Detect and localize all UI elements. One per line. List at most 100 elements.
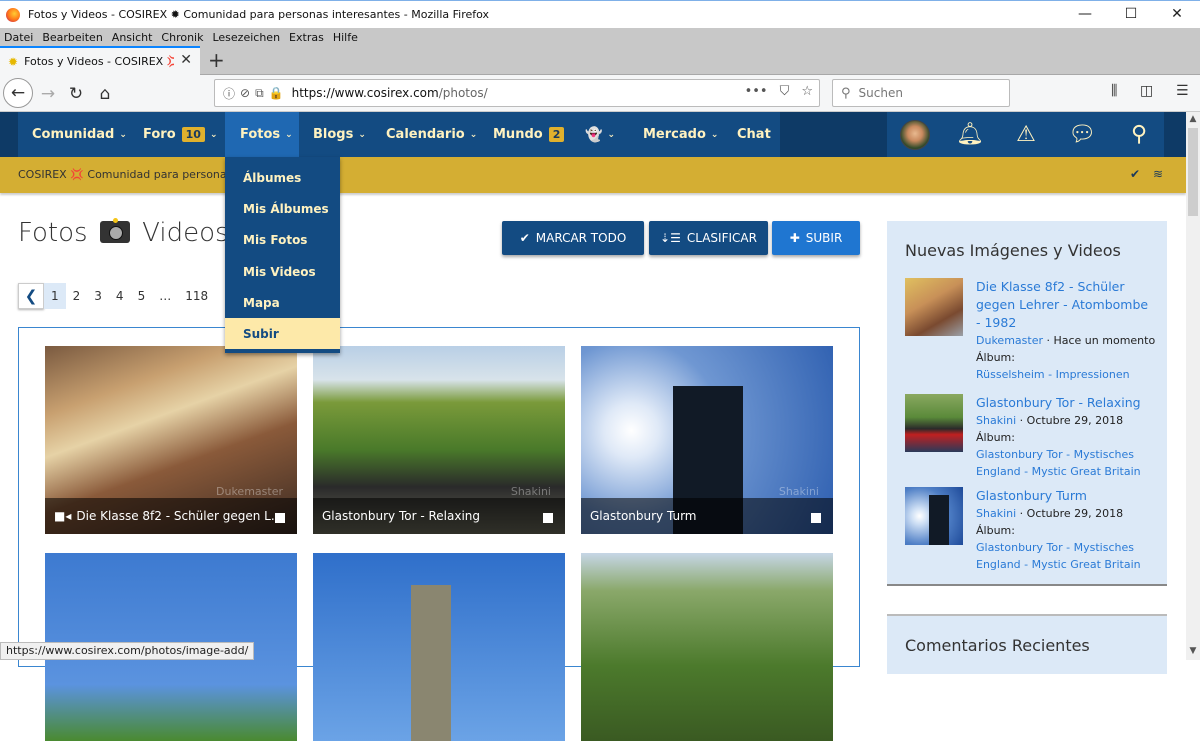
library-icon[interactable]: ⫼ — [1111, 83, 1117, 99]
menu-datei[interactable]: Datei — [4, 31, 33, 44]
nav-foro[interactable]: Foro 10 ⌄ — [143, 112, 218, 157]
nav-ghost[interactable]: 👻 ⌄ — [585, 112, 615, 157]
home-icon: ⌂ — [99, 84, 111, 104]
previous-page-button[interactable]: ❮ — [18, 283, 44, 309]
item-title-link[interactable]: Glastonbury Tor - Relaxing — [976, 394, 1156, 412]
sidebar-toggle-icon[interactable]: ◫ — [1140, 83, 1153, 99]
page-link[interactable]: 4 — [109, 283, 131, 309]
nav-comunidad[interactable]: Comunidad ⌄ — [32, 112, 127, 157]
upload-label: SUBIR — [805, 231, 843, 245]
url-bar[interactable]: ⓘ ⊘ ⧉ 🔒 https://www.cosirex.com/photos/ … — [214, 79, 820, 107]
upload-button[interactable]: ✚ SUBIR — [772, 221, 860, 255]
scroll-down-icon[interactable]: ▼ — [1186, 646, 1200, 656]
sort-button[interactable]: ⇣☰ CLASIFICAR — [649, 221, 768, 255]
menu-item-albumes[interactable]: Álbumes — [225, 162, 340, 193]
info-icon[interactable]: ⓘ — [223, 85, 235, 102]
select-checkbox[interactable] — [543, 513, 553, 523]
photo-tile[interactable] — [313, 553, 565, 741]
minimize-button[interactable]: — — [1062, 1, 1108, 29]
scrollbar-thumb[interactable] — [1188, 128, 1198, 216]
album-link[interactable]: Rüsselsheim - Impressionen — [976, 366, 1156, 383]
sort-label: CLASIFICAR — [686, 231, 757, 245]
search-placeholder: Suchen — [858, 86, 903, 100]
nav-mercado[interactable]: Mercado ⌄ — [643, 112, 718, 157]
rss-icon[interactable]: ≋ — [1153, 167, 1163, 181]
author-link[interactable]: Dukemaster — [976, 334, 1043, 347]
nav-fotos[interactable]: Fotos ⌄ — [225, 112, 299, 157]
thumbnail[interactable] — [905, 278, 963, 336]
page-link[interactable]: 118 — [178, 283, 215, 309]
menu-item-mis-albumes[interactable]: Mis Álbumes — [225, 193, 340, 224]
nav-calendario[interactable]: Calendario ⌄ — [386, 112, 477, 157]
chevron-down-icon: ⌄ — [607, 129, 615, 140]
new-tab-button[interactable]: + — [208, 48, 225, 72]
window-titlebar: Fotos y Videos - COSIREX ✹ Comunidad par… — [0, 0, 1200, 28]
photo-tile[interactable]: Shakini Glastonbury Tor - Relaxing — [313, 346, 565, 534]
nav-mundo[interactable]: Mundo 2 — [493, 112, 565, 157]
menu-extras[interactable]: Extras — [289, 31, 324, 44]
forward-button[interactable]: → — [38, 80, 58, 108]
photo-tile[interactable] — [581, 553, 833, 741]
page-actions-icon[interactable]: ••• — [745, 84, 768, 99]
tracking-blocked-icon[interactable]: ⊘ — [240, 86, 250, 100]
bookmark-star-icon[interactable]: ☆ — [801, 84, 813, 99]
menu-ansicht[interactable]: Ansicht — [112, 31, 153, 44]
menu-lesezeichen[interactable]: Lesezeichen — [212, 31, 280, 44]
page-link[interactable]: 2 — [66, 283, 88, 309]
ghost-icon: 👻 — [585, 126, 603, 143]
home-button[interactable]: ⌂ — [95, 80, 115, 108]
page-link[interactable]: 3 — [87, 283, 109, 309]
photo-watermark: Dukemaster — [216, 485, 283, 498]
page-link[interactable]: 5 — [131, 283, 153, 309]
tower-silhouette — [929, 495, 949, 545]
photo-tile[interactable]: Shakini Glastonbury Turm — [581, 346, 833, 534]
select-checkbox[interactable] — [811, 513, 821, 523]
menu-item-mis-videos[interactable]: Mis Videos — [225, 256, 340, 287]
permissions-icon[interactable]: ⧉ — [255, 86, 264, 101]
url-text[interactable]: https://www.cosirex.com/photos/ — [292, 86, 488, 100]
album-link[interactable]: Glastonbury Tor - Mystisches England - M… — [976, 539, 1156, 573]
menu-item-subir[interactable]: Subir — [225, 318, 340, 349]
search-bar[interactable]: ⚲ Suchen — [832, 79, 1010, 107]
browser-tab[interactable]: ✹ Fotos y Videos - COSIREX 💢 C ✕ — [0, 46, 200, 75]
pocket-icon[interactable]: ⛉ — [780, 84, 790, 99]
page-scrollbar[interactable]: ▲ ▼ — [1186, 112, 1200, 660]
thumbnail[interactable] — [905, 394, 963, 452]
bell-icon[interactable]: 🔔︎ — [955, 112, 985, 157]
author-link[interactable]: Shakini — [976, 507, 1016, 520]
chevron-down-icon: ⌄ — [209, 129, 218, 140]
nav-blogs[interactable]: Blogs ⌄ — [313, 112, 366, 157]
title-fotos: Fotos — [18, 218, 88, 248]
thumbnail[interactable] — [905, 487, 963, 545]
nav-chat[interactable]: Chat — [737, 112, 771, 157]
reload-button[interactable]: ↻ — [66, 80, 86, 108]
back-button[interactable]: ← — [3, 78, 33, 108]
mark-all-button[interactable]: ✔ MARCAR TODO — [502, 221, 644, 255]
close-tab-icon[interactable]: ✕ — [180, 52, 192, 68]
close-window-button[interactable]: ✕ — [1154, 1, 1200, 29]
chat-bubbles-icon[interactable]: 💬︎ — [1066, 112, 1098, 157]
select-checkbox[interactable] — [275, 513, 285, 523]
hamburger-menu-icon[interactable]: ☰ — [1176, 83, 1189, 99]
photo-grid: Dukemaster ■◂ Die Klasse 8f2 - Schüler ge… — [18, 327, 860, 741]
site-search-icon[interactable]: ⚲ — [1124, 112, 1154, 157]
page-link[interactable]: 1 — [44, 283, 66, 309]
photo-tile[interactable]: Dukemaster ■◂ Die Klasse 8f2 - Schüler ge… — [45, 346, 297, 534]
user-avatar-button[interactable] — [899, 112, 931, 157]
author-link[interactable]: Shakini — [976, 414, 1016, 427]
scroll-up-icon[interactable]: ▲ — [1186, 114, 1200, 124]
photo-title: Glastonbury Turm — [590, 509, 697, 523]
menu-item-mapa[interactable]: Mapa — [225, 287, 340, 318]
lock-icon[interactable]: 🔒 — [269, 86, 284, 100]
menu-chronik[interactable]: Chronik — [161, 31, 203, 44]
video-camera-icon: ■◂ — [54, 509, 72, 523]
menu-hilfe[interactable]: Hilfe — [333, 31, 358, 44]
menu-bearbeiten[interactable]: Bearbeiten — [42, 31, 102, 44]
warning-icon[interactable]: ⚠ — [1010, 112, 1042, 157]
menu-item-mis-fotos[interactable]: Mis Fotos — [225, 224, 340, 255]
maximize-button[interactable]: ☐ — [1108, 1, 1154, 29]
mark-read-check-icon[interactable]: ✔ — [1130, 167, 1140, 181]
item-title-link[interactable]: Die Klasse 8f2 - Schüler gegen Lehrer - … — [976, 278, 1156, 332]
item-title-link[interactable]: Glastonbury Turm — [976, 487, 1156, 505]
album-link[interactable]: Glastonbury Tor - Mystisches England - M… — [976, 446, 1156, 480]
